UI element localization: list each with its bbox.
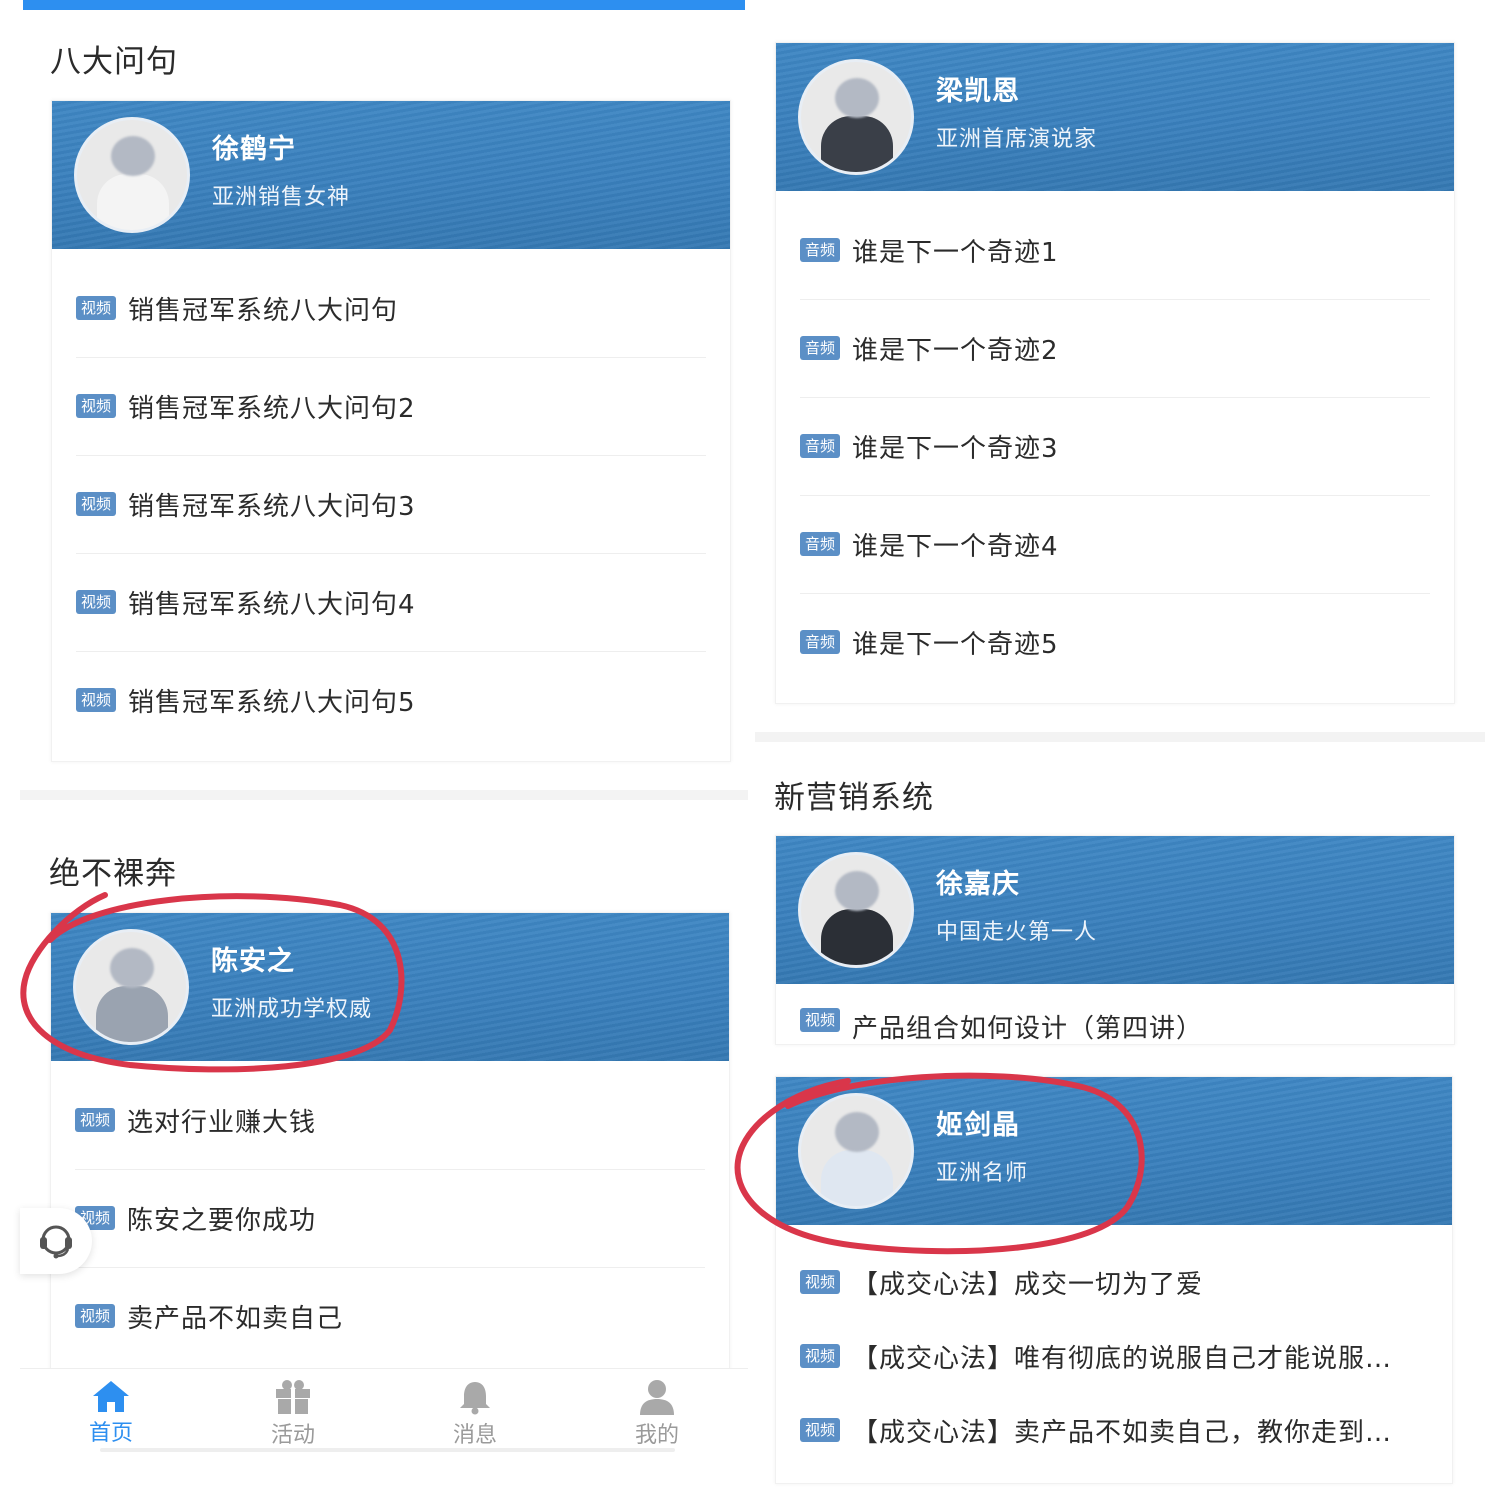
teacher-title: 亚洲销售女神	[212, 185, 351, 210]
teacher-name: 陈安之	[211, 946, 295, 977]
top-progress-bar	[23, 0, 745, 10]
bottom-tab-bar: 首页 活动 消息 我的	[20, 1368, 748, 1460]
video-tag: 视频	[76, 492, 117, 516]
section-divider	[20, 790, 748, 800]
item-title: 选对行业赚大钱	[127, 1107, 317, 1138]
teacher-title: 中国走火第一人	[936, 920, 1098, 945]
section-title: 绝不裸奔	[49, 856, 177, 892]
list-item[interactable]: 视频 【成交心法】成交一切为了爱	[800, 1245, 1428, 1319]
left-screenshot: 八大问句 徐鹤宁 亚洲销售女神 视频 销售冠军系统八大问句 视频 销售冠军系统八…	[20, 0, 748, 1460]
teacher-name: 梁凯恩	[936, 76, 1020, 107]
list-item[interactable]: 视频 卖产品不如卖自己	[75, 1267, 705, 1365]
list-item[interactable]: 视频 销售冠军系统八大问句3	[76, 455, 706, 554]
list-item[interactable]: 视频 产品组合如何设计（第四讲）	[800, 1008, 1430, 1044]
user-icon	[640, 1380, 674, 1415]
teacher-title: 亚洲成功学权威	[211, 997, 373, 1022]
item-title: 谁是下一个奇迹2	[852, 335, 1059, 366]
course-card[interactable]: 徐鹤宁 亚洲销售女神 视频 销售冠军系统八大问句 视频 销售冠军系统八大问句2 …	[51, 100, 731, 762]
list-item[interactable]: 视频 销售冠军系统八大问句5	[76, 651, 706, 749]
tab-home[interactable]: 首页	[20, 1369, 202, 1460]
item-title: 销售冠军系统八大问句	[128, 295, 399, 326]
right-screenshot: 梁凯恩 亚洲首席演说家 音频 谁是下一个奇迹1 音频 谁是下一个奇迹2 音频 谁…	[755, 0, 1485, 1500]
tab-messages[interactable]: 消息	[384, 1369, 566, 1460]
video-tag: 视频	[75, 1304, 116, 1328]
audio-tag: 音频	[800, 532, 841, 556]
teacher-name: 姬剑晶	[936, 1110, 1020, 1141]
teacher-name: 徐嘉庆	[936, 869, 1020, 900]
home-icon	[93, 1381, 129, 1412]
item-title: 谁是下一个奇迹5	[852, 629, 1059, 660]
teacher-avatar	[798, 59, 914, 175]
section-title: 八大问句	[50, 44, 178, 80]
item-title: 销售冠军系统八大问句2	[128, 393, 416, 424]
list-item[interactable]: 视频 【成交心法】唯有彻底的说服自己才能说服…	[800, 1319, 1428, 1393]
item-title: 谁是下一个奇迹1	[852, 237, 1059, 268]
video-tag: 视频	[800, 1344, 841, 1368]
list-item[interactable]: 视频 销售冠军系统八大问句	[76, 259, 706, 358]
audio-tag: 音频	[800, 336, 841, 360]
video-tag: 视频	[76, 590, 117, 614]
teacher-banner[interactable]: 徐鹤宁 亚洲销售女神	[52, 101, 730, 249]
bell-icon	[460, 1382, 490, 1415]
list-item[interactable]: 音频 谁是下一个奇迹1	[800, 201, 1430, 300]
teacher-avatar	[73, 929, 189, 1045]
teacher-title: 亚洲首席演说家	[936, 127, 1098, 152]
list-item[interactable]: 音频 谁是下一个奇迹4	[800, 495, 1430, 594]
list-item[interactable]: 视频 销售冠军系统八大问句2	[76, 357, 706, 456]
list-item[interactable]: 音频 谁是下一个奇迹2	[800, 299, 1430, 398]
list-item[interactable]: 视频 选对行业赚大钱	[75, 1071, 705, 1170]
video-tag: 视频	[76, 394, 117, 418]
teacher-banner[interactable]: 梁凯恩 亚洲首席演说家	[776, 43, 1454, 191]
item-title: 陈安之要你成功	[127, 1205, 317, 1236]
teacher-name: 徐鹤宁	[212, 134, 296, 165]
gift-icon	[276, 1380, 310, 1414]
tab-label: 消息	[452, 1423, 497, 1448]
tab-profile[interactable]: 我的	[566, 1369, 748, 1460]
video-tag: 视频	[800, 1270, 841, 1294]
list-item[interactable]: 音频 谁是下一个奇迹3	[800, 397, 1430, 496]
item-title: 卖产品不如卖自己	[127, 1303, 344, 1334]
item-title: 产品组合如何设计（第四讲）	[852, 1014, 1204, 1044]
tab-label: 首页	[88, 1421, 133, 1446]
list-item[interactable]: 音频 谁是下一个奇迹5	[800, 593, 1430, 691]
item-title: 【成交心法】成交一切为了爱	[852, 1269, 1204, 1300]
teacher-avatar	[798, 1093, 914, 1209]
list-item[interactable]: 视频 陈安之要你成功	[75, 1169, 705, 1268]
headset-icon	[40, 1225, 72, 1259]
item-title: 谁是下一个奇迹3	[852, 433, 1059, 464]
section-title: 新营销系统	[774, 780, 934, 816]
item-title: 谁是下一个奇迹4	[852, 531, 1059, 562]
teacher-banner[interactable]: 徐嘉庆 中国走火第一人	[776, 836, 1454, 984]
audio-tag: 音频	[800, 434, 841, 458]
item-title: 销售冠军系统八大问句3	[128, 491, 416, 522]
course-card[interactable]: 徐嘉庆 中国走火第一人 视频 产品组合如何设计（第四讲）	[775, 835, 1455, 1045]
teacher-banner[interactable]: 陈安之 亚洲成功学权威	[51, 913, 729, 1061]
item-title: 销售冠军系统八大问句4	[128, 589, 416, 620]
teacher-title: 亚洲名师	[936, 1161, 1029, 1186]
item-title: 销售冠军系统八大问句5	[128, 687, 416, 718]
course-card[interactable]: 梁凯恩 亚洲首席演说家 音频 谁是下一个奇迹1 音频 谁是下一个奇迹2 音频 谁…	[775, 42, 1455, 704]
course-card[interactable]: 陈安之 亚洲成功学权威 视频 选对行业赚大钱 视频 陈安之要你成功 视频 卖产品…	[50, 912, 730, 1370]
tab-label: 活动	[270, 1423, 315, 1448]
teacher-banner[interactable]: 姬剑晶 亚洲名师	[776, 1077, 1452, 1225]
course-card[interactable]: 姬剑晶 亚洲名师 视频 【成交心法】成交一切为了爱 视频 【成交心法】唯有彻底的…	[775, 1076, 1453, 1484]
item-title: 【成交心法】唯有彻底的说服自己才能说服…	[852, 1343, 1393, 1374]
video-tag: 视频	[800, 1418, 841, 1442]
list-item[interactable]: 视频 【成交心法】卖产品不如卖自己，教你走到…	[800, 1393, 1428, 1467]
customer-service-button[interactable]	[20, 1208, 92, 1274]
teacher-avatar	[798, 852, 914, 968]
video-tag: 视频	[75, 1108, 116, 1132]
video-tag: 视频	[76, 296, 117, 320]
item-title: 【成交心法】卖产品不如卖自己，教你走到…	[852, 1417, 1393, 1448]
video-tag: 视频	[800, 1008, 841, 1032]
audio-tag: 音频	[800, 238, 841, 262]
audio-tag: 音频	[800, 630, 841, 654]
tab-underline	[100, 1448, 675, 1452]
list-item[interactable]: 视频 销售冠军系统八大问句4	[76, 553, 706, 652]
section-divider	[755, 732, 1485, 742]
teacher-avatar	[74, 117, 190, 233]
tab-activity[interactable]: 活动	[202, 1369, 384, 1460]
video-tag: 视频	[76, 688, 117, 712]
tab-label: 我的	[634, 1423, 679, 1448]
